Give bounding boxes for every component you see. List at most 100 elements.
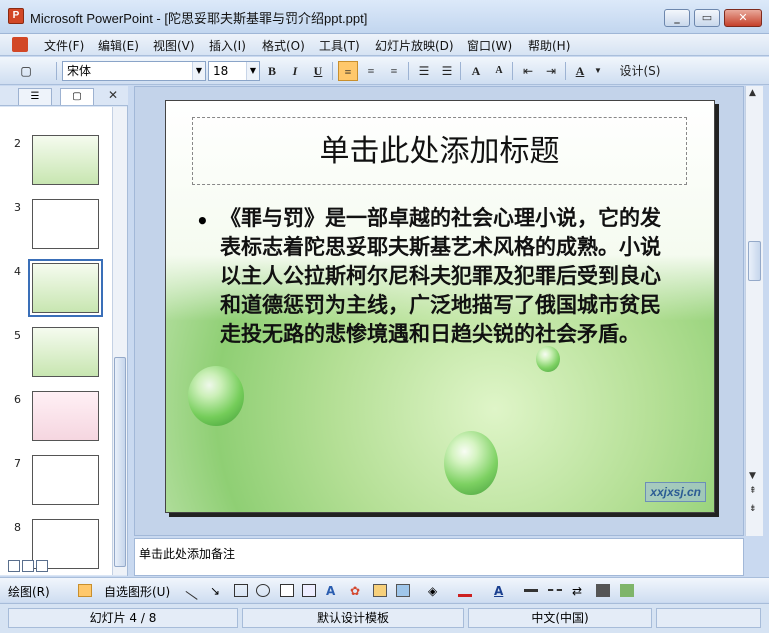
window-title: Microsoft PowerPoint - [陀思妥耶夫斯基罪与罚介绍ppt.… [30,11,368,26]
next-slide-icon[interactable]: ⇟ [749,504,757,514]
autoshapes-menu[interactable]: 自选图形(U) [104,583,170,600]
font-color-button[interactable]: A [570,61,590,81]
menu-bar: 文件(F) 编辑(E) 视图(V) 插入(I) 格式(O) 工具(T) 幻灯片放… [0,34,769,56]
arrow-icon[interactable]: ↘ [210,584,224,598]
oval-icon[interactable] [256,584,270,597]
slide-thumbnail[interactable] [32,327,99,377]
slide-thumbnail[interactable] [32,391,99,441]
toolbar-separator [332,62,333,80]
design-template[interactable]: 默认设计模板 [242,608,464,628]
bullet-marker: • [196,209,209,233]
diagram-icon[interactable]: ✿ [350,584,364,598]
line-color-icon[interactable] [458,584,472,597]
title-bar: P Microsoft PowerPoint - [陀思妥耶夫斯基罪与罚介绍pp… [0,0,769,34]
tab-outline[interactable]: ☰ [18,88,52,105]
menu-format[interactable]: 格式(O) [262,37,305,54]
drawing-toolbar: 绘图(R) 自选图形(U) ↘ A ✿ ◈ A ⇄ [0,577,769,602]
slide-thumbnail[interactable] [32,455,99,505]
underline-button[interactable]: U [308,61,328,81]
clipart-icon[interactable] [373,584,387,597]
design-button[interactable]: 设计(S) [610,61,670,81]
menu-view[interactable]: 视图(V) [153,37,195,54]
close-icon[interactable]: ✕ [108,88,118,102]
increase-font-size-icon[interactable]: A [466,61,486,81]
menu-tools[interactable]: 工具(T) [319,37,360,54]
decrease-font-size-icon[interactable]: A [489,61,509,81]
document-icon[interactable] [12,37,28,52]
notes-placeholder: 单击此处添加备注 [139,547,236,561]
line-style-icon[interactable] [524,589,538,602]
align-left-button[interactable]: ≡ [338,61,358,81]
textbox-icon[interactable] [280,584,294,597]
vertical-textbox-icon[interactable] [302,584,316,597]
slide-thumbnail[interactable] [32,199,99,249]
arrow-style-icon[interactable]: ⇄ [572,584,586,598]
toolbar-separator [408,62,409,80]
menu-insert[interactable]: 插入(I) [209,37,246,54]
status-empty-cell [656,608,761,628]
shadow-style-icon[interactable] [596,584,610,597]
slides-panel: ☰ ▢ ✕ 2 3 4 5 6 7 8 [0,86,128,576]
toolbar-separator [56,62,57,80]
chevron-down-icon[interactable]: ▼ [588,61,608,81]
current-slide[interactable]: 单击此处添加标题 • 《罪与罚》是一部卓越的社会心理小说，它的发表标志着陀思妥耶… [165,100,715,513]
powerpoint-app-icon[interactable]: P [8,8,24,24]
slide-number: 7 [14,457,21,470]
slide-thumbnail-selected[interactable] [28,259,103,317]
scroll-down-icon[interactable]: ▼ [749,471,756,481]
slide-sorter-icon[interactable] [22,560,34,572]
formatting-toolbar: ▢ 宋体 ▼ 18 ▼ B I U ≡ ≡ ≡ ☰ ☰ A A ⇤ ⇥ A ▼ 设计… [0,57,769,85]
bullets-icon[interactable]: ☰ [437,61,457,81]
font-name-select[interactable]: 宋体 ▼ [62,61,206,81]
slideshow-icon[interactable] [36,560,48,572]
rectangle-icon[interactable] [234,584,248,597]
increase-indent-icon[interactable]: ⇥ [541,61,561,81]
restore-button[interactable]: ▭ [694,9,720,27]
notes-pane[interactable]: 单击此处添加备注 [134,538,744,576]
menu-edit[interactable]: 编辑(E) [98,37,139,54]
line-icon[interactable] [185,581,205,600]
menu-help[interactable]: 帮助(H) [528,37,570,54]
align-center-button[interactable]: ≡ [361,61,381,81]
draw-menu[interactable]: 绘图(R) [8,583,50,600]
title-placeholder[interactable]: 单击此处添加标题 [192,117,687,185]
menu-file[interactable]: 文件(F) [44,37,84,54]
status-bar: 幻灯片 4 / 8 默认设计模板 中文(中国) [0,603,769,633]
language-indicator: 中文(中国) [468,608,652,628]
new-slide-icon[interactable]: ▢ [16,61,36,81]
body-text-box[interactable]: • 《罪与罚》是一部卓越的社会心理小说，它的发表标志着陀思妥耶夫斯基艺术风格的成… [196,203,666,348]
slide-scrollbar[interactable]: ▲ ▼ ⇞ ⇟ [745,86,763,536]
thumbnail-scrollbar[interactable] [112,107,127,575]
tab-slides[interactable]: ▢ [60,88,94,105]
menu-window[interactable]: 窗口(W) [467,37,512,54]
normal-view-icon[interactable] [8,560,20,572]
dash-style-icon[interactable] [548,589,562,602]
body-text: 《罪与罚》是一部卓越的社会心理小说，它的发表标志着陀思妥耶夫斯基艺术风格的成熟。… [220,205,661,346]
slide-number: 4 [14,265,21,278]
numbering-icon[interactable]: ☰ [414,61,434,81]
picture-icon[interactable] [396,584,410,597]
bold-button[interactable]: B [262,61,282,81]
water-drop-decoration [188,366,244,426]
decrease-indent-icon[interactable]: ⇤ [518,61,538,81]
slide-number: 8 [14,521,21,534]
minimize-button[interactable]: _ [664,9,690,27]
font-size-select[interactable]: 18 ▼ [208,61,260,81]
italic-button[interactable]: I [285,61,305,81]
slide-number: 3 [14,201,21,214]
wordart-icon[interactable]: A [326,584,340,598]
align-right-button[interactable]: ≡ [384,61,404,81]
font-color-icon[interactable]: A [494,584,508,598]
slide-counter: 幻灯片 4 / 8 [8,608,238,628]
slide-thumbnail[interactable] [32,135,99,185]
menu-slideshow[interactable]: 幻灯片放映(D) [375,37,454,54]
fill-color-icon[interactable]: ◈ [428,584,442,598]
scrollbar-thumb[interactable] [748,241,761,281]
previous-slide-icon[interactable]: ⇞ [749,486,757,496]
3d-style-icon[interactable] [620,584,634,597]
scrollbar-thumb[interactable] [114,357,126,567]
select-pointer-icon[interactable] [78,584,92,597]
close-button[interactable]: ✕ [724,9,762,27]
scroll-up-icon[interactable]: ▲ [749,88,756,98]
water-drop-decoration [536,346,560,372]
